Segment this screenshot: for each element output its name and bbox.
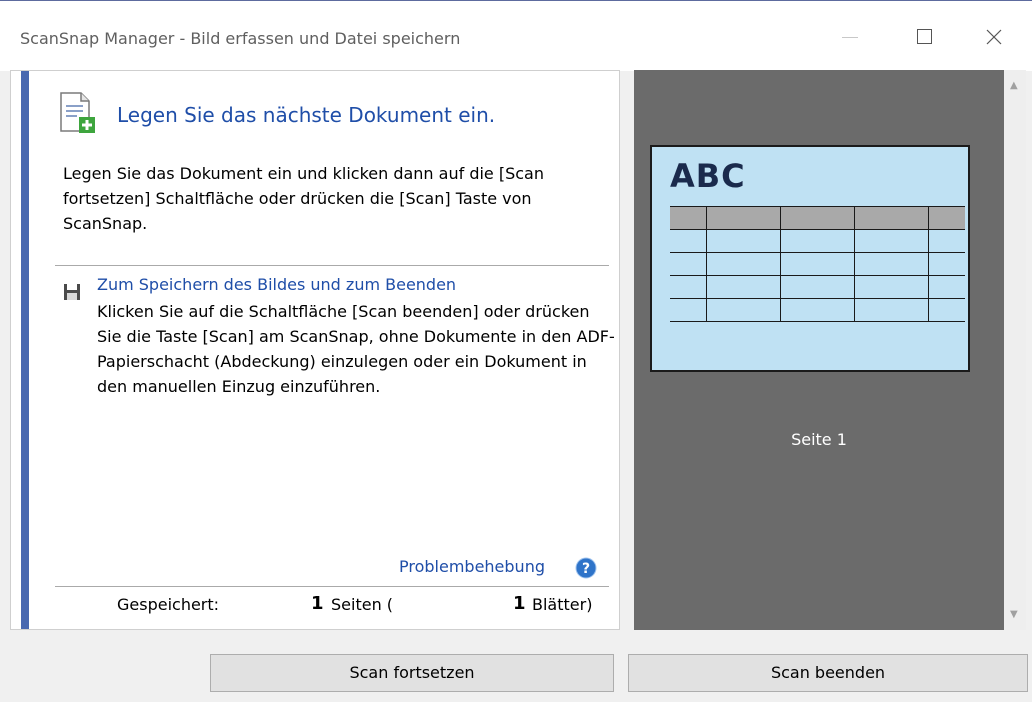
page-thumbnail[interactable]: ABC bbox=[650, 145, 970, 372]
thumbnail-table bbox=[670, 206, 965, 322]
save-instruction-text: Klicken Sie auf die Schaltfläche [Scan b… bbox=[97, 302, 615, 396]
help-icon[interactable]: ? bbox=[575, 557, 597, 579]
troubleshooting-link[interactable]: Problembehebung bbox=[399, 557, 545, 576]
thumbnail-heading: ABC bbox=[670, 157, 746, 195]
window-title: ScanSnap Manager - Bild erfassen und Dat… bbox=[20, 29, 461, 48]
preview-scrollbar[interactable]: ▲ ▼ bbox=[1004, 70, 1026, 630]
save-icon bbox=[64, 284, 80, 300]
status-divider bbox=[55, 586, 609, 587]
scan-finish-button[interactable]: Scan beenden bbox=[628, 654, 1028, 692]
divider bbox=[55, 265, 609, 266]
maximize-icon bbox=[917, 29, 932, 44]
close-icon bbox=[986, 29, 1002, 45]
preview-panel: ABC Seite 1 ▲ ▼ bbox=[634, 70, 1026, 630]
accent-bar bbox=[21, 71, 29, 629]
saved-sheets-count: 1 bbox=[513, 593, 526, 614]
scan-continue-button[interactable]: Scan fortsetzen bbox=[210, 654, 614, 692]
minimize-icon bbox=[842, 37, 858, 38]
saved-pages-unit: Seiten ( bbox=[331, 595, 394, 614]
scroll-down-icon[interactable]: ▼ bbox=[1010, 609, 1018, 620]
saved-label: Gespeichert: bbox=[117, 595, 220, 614]
saved-sheets-unit: Blätter) bbox=[532, 595, 593, 614]
minimize-button[interactable] bbox=[828, 17, 868, 57]
close-button[interactable] bbox=[974, 17, 1014, 57]
instruction-text: Legen Sie das Dokument ein und klicken d… bbox=[63, 164, 544, 233]
saved-pages-count: 1 bbox=[311, 593, 324, 614]
svg-text:?: ? bbox=[582, 561, 590, 577]
page-title: Legen Sie das nächste Dokument ein. bbox=[117, 103, 496, 127]
scansnap-window: ScanSnap Manager - Bild erfassen und Dat… bbox=[0, 0, 1032, 702]
scroll-up-icon[interactable]: ▲ bbox=[1010, 80, 1018, 91]
title-bar: ScanSnap Manager - Bild erfassen und Dat… bbox=[0, 0, 1032, 71]
page-label: Seite 1 bbox=[791, 430, 847, 449]
instruction-panel: Legen Sie das nächste Dokument ein. Lege… bbox=[10, 70, 620, 630]
add-document-icon bbox=[60, 92, 95, 133]
save-section-title: Zum Speichern des Bildes und zum Beenden bbox=[97, 275, 457, 294]
maximize-button[interactable] bbox=[904, 17, 944, 57]
